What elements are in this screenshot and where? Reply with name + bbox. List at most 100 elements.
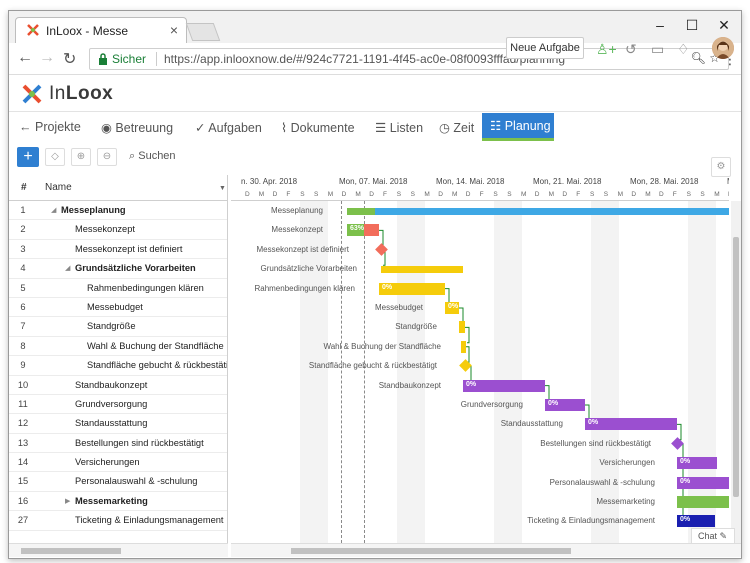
- gantt-bar[interactable]: [677, 496, 729, 508]
- table-row[interactable]: 27 Ticketing & Einladungsmanagement: [9, 511, 227, 531]
- table-row[interactable]: 2 Messekonzept: [9, 220, 227, 240]
- day-label: S: [300, 191, 305, 198]
- gantt-task-label: Standausstattung: [500, 419, 563, 429]
- gantt-task-label: Messekonzept ist definiert: [256, 244, 350, 254]
- inbox-icon[interactable]: ▭: [651, 41, 664, 58]
- progress-label: 0%: [466, 380, 477, 388]
- settings-gear-icon[interactable]: ⚙: [711, 157, 731, 177]
- gantt-day-header: DMDFSSMDMDFSSMDMDFSSMDMDFSSMDMDFSSMDM: [231, 189, 729, 201]
- gantt-bar[interactable]: 0%: [445, 302, 459, 314]
- day-label: D: [465, 191, 471, 198]
- day-label: S: [410, 191, 415, 198]
- grid-scroll-thumb[interactable]: [21, 548, 121, 554]
- gantt-bar[interactable]: 0%: [677, 457, 717, 470]
- add-button[interactable]: +: [17, 147, 39, 167]
- tab-planung[interactable]: ☷ Planung: [482, 113, 554, 141]
- day-label: D: [341, 191, 347, 198]
- gantt-bar[interactable]: 0%: [545, 399, 585, 411]
- table-row[interactable]: 6 Messebudget: [9, 298, 227, 318]
- collapse-caret-icon[interactable]: ◢: [65, 264, 70, 272]
- collapse-caret-icon[interactable]: ◢: [51, 206, 56, 214]
- close-tab-icon[interactable]: ×: [170, 22, 178, 38]
- gantt-bar[interactable]: 0%: [379, 282, 445, 295]
- gantt-bar[interactable]: 0%: [677, 476, 729, 489]
- avatar[interactable]: [712, 37, 734, 59]
- row-number: 3: [20, 243, 26, 254]
- table-row[interactable]: 4 ◢ Grundsätzliche Vorarbeiten: [9, 259, 227, 279]
- chat-button[interactable]: Chat ✎: [691, 528, 735, 544]
- new-tab-button[interactable]: [185, 23, 221, 41]
- week-label: Mon, 21. Mai. 2018: [533, 177, 602, 186]
- row-number: 11: [18, 398, 28, 409]
- table-row[interactable]: 10 Standbaukonzept: [9, 376, 227, 395]
- gantt-bar[interactable]: 0%: [463, 379, 545, 392]
- task-name: Standbaukonzept: [75, 379, 148, 390]
- inloox-logo: [22, 84, 42, 104]
- gantt-bar-segment[interactable]: [347, 208, 375, 215]
- lock-icon: [99, 53, 107, 65]
- forward-arrow-icon[interactable]: →: [39, 49, 55, 67]
- col-number-header: #: [21, 182, 27, 193]
- day-label: F: [286, 191, 291, 198]
- gantt-bar[interactable]: [347, 208, 729, 215]
- gantt-task-label: Messemarketing: [596, 497, 655, 506]
- gantt-task-label: Grundsätzliche Vorarbeiten: [260, 264, 358, 274]
- table-row[interactable]: 1 ◢ Messeplanung: [9, 201, 227, 221]
- row-number: 6: [20, 301, 26, 312]
- milestone-icon[interactable]: ◇: [45, 148, 65, 166]
- table-row[interactable]: 7 Standgröße: [9, 317, 227, 337]
- maximize-icon[interactable]: ☐: [677, 17, 707, 34]
- zoom-out-icon[interactable]: ⊖: [97, 148, 117, 166]
- gantt-bar-segment[interactable]: [364, 224, 379, 237]
- grid-horizontal-scrollbar[interactable]: [9, 543, 228, 557]
- week-label: Mon, 28. Mai. 2018: [630, 177, 699, 186]
- reload-icon[interactable]: ↻: [63, 49, 76, 69]
- close-window-icon[interactable]: ✕: [709, 17, 739, 34]
- progress-label: 0%: [448, 303, 459, 310]
- tab-betreuung[interactable]: ◉ Betreuung: [101, 120, 173, 135]
- col-name-header[interactable]: Name: [45, 182, 72, 193]
- minimize-icon[interactable]: –: [645, 17, 675, 33]
- progress-label: 0%: [680, 516, 691, 524]
- task-name: Ticketing & Einladungsmanagement: [75, 515, 224, 526]
- gantt-bar[interactable]: 0%: [677, 515, 715, 528]
- table-row[interactable]: 13 Bestellungen sind rückbestätigt: [9, 434, 227, 454]
- module-nav: ← Projekte ◉ Betreuung ✓ Aufgaben ⌇ Doku…: [9, 113, 741, 143]
- sort-caret-icon[interactable]: ▼: [219, 185, 226, 192]
- table-row[interactable]: 9 Standfläche gebucht & rückbestätigt: [9, 356, 227, 376]
- new-task-button[interactable]: Neue Aufgabe: [506, 37, 584, 59]
- history-icon[interactable]: ↺: [625, 41, 637, 58]
- add-user-icon[interactable]: ♙+: [596, 41, 617, 58]
- search-input[interactable]: ⌕ Suchen: [129, 150, 176, 163]
- tab-dokumente[interactable]: ⌇ Dokumente: [281, 120, 355, 135]
- task-name: Messekonzept ist definiert: [75, 243, 183, 254]
- expand-caret-icon[interactable]: ▶: [65, 497, 70, 505]
- gantt-bar[interactable]: [459, 321, 465, 334]
- gantt-bar[interactable]: [381, 266, 463, 274]
- back-to-projects[interactable]: ← Projekte: [19, 120, 81, 134]
- back-arrow-icon[interactable]: ←: [17, 49, 33, 67]
- gantt-bar[interactable]: 0%: [585, 418, 677, 431]
- gantt-bar[interactable]: [461, 340, 466, 353]
- bell-icon[interactable]: ♢: [677, 41, 690, 58]
- vertical-scrollbar[interactable]: [731, 201, 741, 543]
- table-row[interactable]: 5 Rahmenbedingungen klären: [9, 279, 227, 298]
- tab-listen[interactable]: ☰ Listen: [375, 120, 423, 135]
- table-row[interactable]: 3 Messekonzept ist definiert: [9, 240, 227, 260]
- browser-tab[interactable]: InLoox - Messe ×: [15, 17, 187, 43]
- table-row[interactable]: 8 Wahl & Buchung der Standfläche: [9, 337, 227, 357]
- gantt-scroll-thumb[interactable]: [291, 548, 571, 554]
- table-row[interactable]: 15 Personalauswahl & -schulung: [9, 472, 227, 492]
- tab-aufgaben[interactable]: ✓ Aufgaben: [195, 120, 262, 135]
- table-row[interactable]: 16 ▶ Messemarketing: [9, 492, 227, 512]
- gantt-task-label: Messebudget: [374, 303, 423, 312]
- gantt-horizontal-scrollbar[interactable]: [231, 543, 741, 557]
- browser-window: InLoox - Messe × – ☐ ✕ ← → ↻ Sicher http…: [8, 10, 742, 559]
- table-row[interactable]: 12 Standausstattung: [9, 414, 227, 434]
- table-row[interactable]: 11 Grundversorgung: [9, 395, 227, 415]
- vertical-scroll-thumb[interactable]: [733, 237, 739, 497]
- tab-zeit[interactable]: ◷ Zeit: [439, 120, 474, 135]
- table-row[interactable]: 14 Versicherungen: [9, 453, 227, 473]
- zoom-in-icon[interactable]: ⊕: [71, 148, 91, 166]
- day-label: M: [714, 191, 720, 198]
